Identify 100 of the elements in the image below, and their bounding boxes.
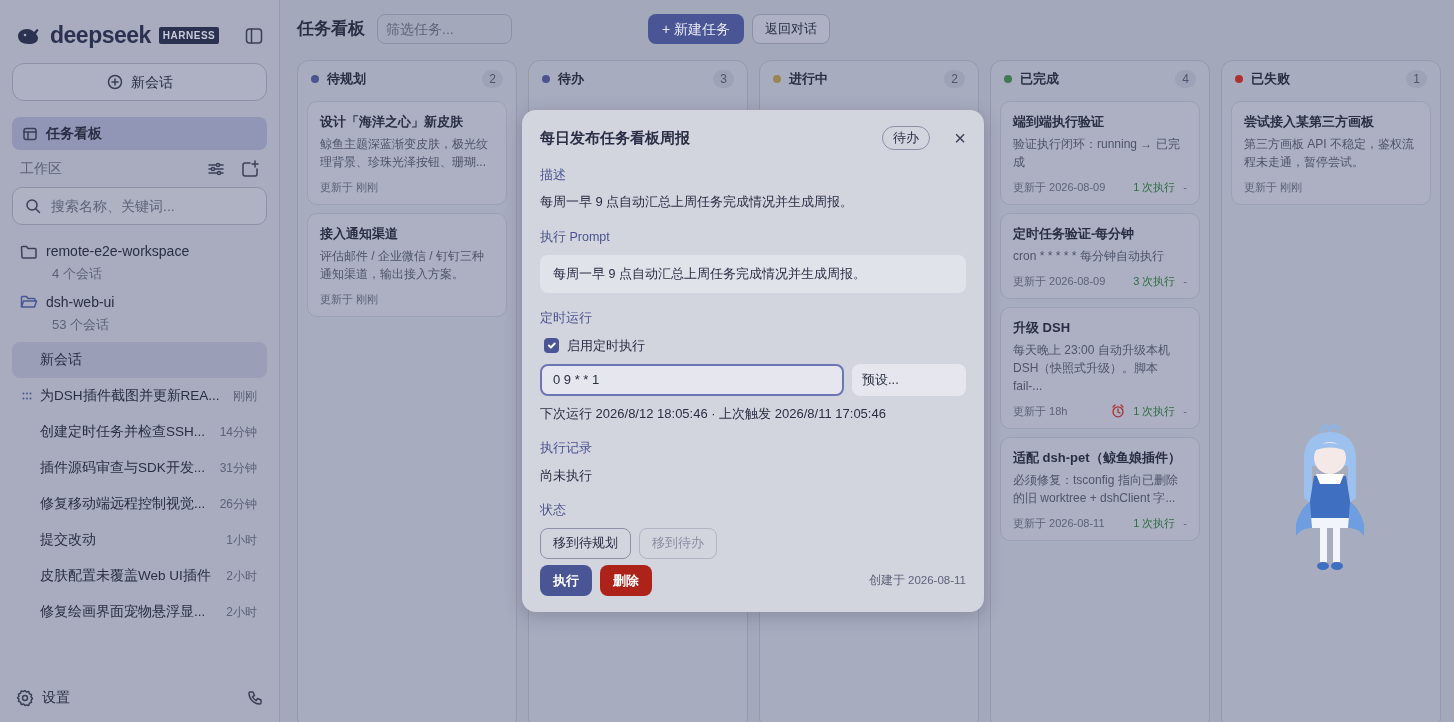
add-folder-icon[interactable] [241,159,259,178]
session-time: 2小时 [226,568,257,585]
dash-text: - [1183,404,1187,419]
new-chat-button[interactable]: 新会话 [12,63,267,101]
card-description: 验证执行闭环：running → 已完成 [1013,136,1181,171]
cron-field[interactable]: 0 9 * * 1 [540,363,844,396]
section-label: 执行记录 [540,440,593,457]
session-title: 提交改动 [40,530,96,549]
delete-button[interactable]: 删除 [600,564,652,596]
dash-text: - [1183,274,1187,289]
updated-time: 更新于 2026-08-09 [1013,180,1107,195]
session-title: 为DSH插件截图并更新REA... [40,386,220,405]
column-title: 待办 [558,70,585,88]
task-card[interactable]: 尝试接入某第三方画板 第三方画板 API 不稳定，鉴权流程未走通，暂停尝试。 更新于 刚刚 [1231,100,1431,205]
logo-text: deepseek [50,24,151,47]
card-title: 接入通知渠道 [320,224,399,243]
filter-field[interactable]: 筛选任务... [377,14,512,44]
checkbox-label: 启用定时执行 [567,337,645,355]
dialog-title: 每日发布任务看板周报 [540,127,691,148]
card-description: 评估邮件 / 企业微信 / 钉钉三种通知渠道，输出接入方案。 [320,248,485,283]
card-title: 适配 dsh-pet（鲸鱼娘插件） [1013,448,1182,467]
session-time: 2小时 [226,604,257,621]
task-card[interactable]: 接入通知渠道 评估邮件 / 企业微信 / 钉钉三种通知渠道，输出接入方案。 更新于 刚刚 [307,212,507,317]
updated-time: 更新于 2026-08-09 [1013,274,1107,289]
preset-select[interactable]: 预设... [852,363,966,396]
new-task-button[interactable]: + 新建任务 [648,14,745,44]
card-description: 必须修复：tsconfig 指向已删除的旧 worktree + dshClient 字... [1013,472,1179,507]
run-button[interactable]: 执行 [540,564,592,596]
workspace-name[interactable]: dsh-web-ui [46,291,115,313]
move-button[interactable]: 移到待规划 [540,528,631,559]
session-count: 53 个会话 [51,315,111,334]
session-time: 1小时 [226,532,257,549]
column-title: 进行中 [789,70,829,88]
nav-item[interactable]: 任务看板 [12,117,267,150]
section-label: 状态 [540,502,567,520]
open-folder-icon[interactable] [20,294,38,310]
product-badge: HARNESS [158,27,220,44]
plus-circle-icon [106,74,123,90]
description-text: 每周一早 9 点自动汇总上周任务完成情况并生成周报。 [540,193,855,212]
card-description: 第三方画板 API 不稳定，鉴权流程未走通，暂停尝试。 [1244,136,1415,171]
session-item[interactable]: 为DSH插件截图并更新REA... 刚刚 [12,378,267,414]
back-button[interactable]: 返回对话 [752,14,831,44]
count-badge: 3 [713,69,734,88]
board-icon [22,125,38,142]
workspace-name[interactable]: remote-e2e-workspace [46,241,190,262]
sidebar-toggle-icon[interactable] [245,26,263,45]
dash-text: - [1183,180,1187,195]
session-title: 皮肤配置未覆盖Web UI插件 [40,566,211,585]
run-count: 1 次执行 [1133,404,1176,419]
session-time: 14分钟 [219,424,257,441]
folder-icon[interactable] [20,243,38,260]
task-card[interactable]: 端到端执行验证 验证执行闭环：running → 已完成 更新于 2026-08-09 1 次执行 - [1000,100,1200,205]
updated-time: 更新于 刚刚 [320,180,380,195]
card-description: 鲸鱼主题深蓝渐变皮肤，极光纹理背景、珍珠光泽按钮、珊瑚... [320,136,489,171]
session-item[interactable]: 修复绘画界面宠物悬浮显... 2小时 [12,594,267,630]
enable-checkbox[interactable] [544,338,559,354]
settings-icon[interactable] [16,688,34,707]
updated-time: 更新于 18h [1013,404,1069,419]
card-title: 定时任务验证-每分钟 [1013,224,1136,243]
search-field[interactable]: 搜索名称、关键词... [12,187,267,225]
count-badge: 1 [1406,69,1427,88]
card-title: 设计「海洋之心」新皮肤 [320,112,464,131]
task-card[interactable]: 定时任务验证-每分钟 cron * * * * * 每分钟自动执行 更新于 2026-08-09 3 次执行 - [1000,212,1200,299]
created-date: 创建于 2026-08-11 [868,572,966,588]
close-button[interactable]: × [954,127,966,148]
updated-time: 更新于 2026-08-11 [1013,516,1106,531]
section-label: 描述 [540,166,567,184]
dash-text: - [1183,516,1187,531]
run-count: 1 次执行 [1133,516,1176,531]
updated-time: 更新于 刚刚 [320,292,380,307]
session-title: 插件源码审查与SDK开发... [40,458,205,477]
task-card[interactable]: 升级 DSH 每天晚上 23:00 自动升级本机 DSH（快照式升级）。脚本 fail-... 更新于 18h 1 次执行 - [1000,306,1200,429]
session-item[interactable]: 修复移动端远程控制视觉... 26分钟 [12,486,267,522]
count-badge: 2 [482,69,503,88]
task-card[interactable]: 设计「海洋之心」新皮肤 鲸鱼主题深蓝渐变皮肤，极光纹理背景、珍珠光泽按钮、珊瑚... 更新于 刚刚 [307,100,507,205]
section-label: 执行 Prompt [540,228,611,246]
count-badge: 2 [944,69,965,88]
column-title: 已完成 [1020,70,1060,88]
run-count: 1 次执行 [1133,180,1176,195]
filter-sliders-icon[interactable] [207,160,225,177]
card-title: 升级 DSH [1013,318,1072,337]
session-item[interactable]: 提交改动 1小时 [12,522,267,558]
phone-icon[interactable] [247,689,263,706]
session-item[interactable]: 新会话 [12,342,267,378]
card-title: 尝试接入某第三方画板 [1244,112,1375,131]
session-item[interactable]: 创建定时任务并检查SSH... 14分钟 [12,414,267,450]
card-title: 端到端执行验证 [1013,112,1105,131]
task-card[interactable]: 适配 dsh-pet（鲸鱼娘插件） 必须修复：tsconfig 指向已删除的旧 worktree + dshClient 字... 更新于 2026-08-11 1 次执行 - [1000,436,1200,541]
session-item[interactable]: 皮肤配置未覆盖Web UI插件 2小时 [12,558,267,594]
page-title: 任务看板 [297,18,365,41]
card-description: 每天晚上 23:00 自动升级本机 DSH（快照式升级）。脚本 fail-... [1013,342,1171,395]
session-title: 创建定时任务并检查SSH... [40,422,205,441]
updated-time: 更新于 刚刚 [1244,180,1304,195]
session-title: 修复绘画界面宠物悬浮显... [40,602,206,621]
column-title: 待规划 [327,70,367,88]
next-run-text: 下次运行 2026/8/12 18:05:46 · 上次触发 2026/8/11 17:05:46 [540,404,887,423]
settings-link[interactable]: 设置 [42,687,70,708]
card-description: cron * * * * * 每分钟自动执行 [1013,248,1165,265]
prompt-text: 每周一早 9 点自动汇总上周任务完成情况并生成周报。 [540,254,966,294]
session-item[interactable]: 插件源码审查与SDK开发... 31分钟 [12,450,267,486]
